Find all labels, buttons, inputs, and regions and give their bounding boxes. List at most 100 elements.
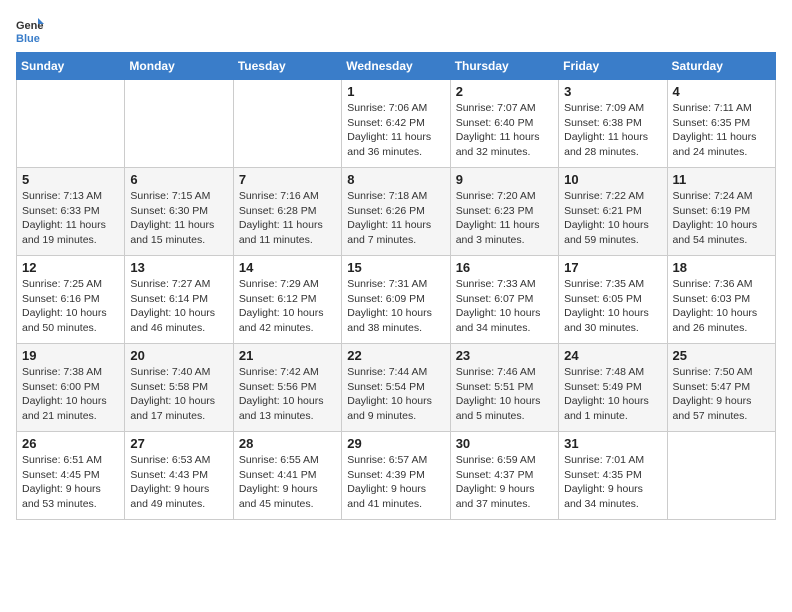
calendar-cell: 4 Sunrise: 7:11 AM Sunset: 6:35 PM Daylig… — [667, 80, 775, 168]
day-number: 29 — [347, 436, 444, 451]
calendar-cell: 13 Sunrise: 7:27 AM Sunset: 6:14 PM Dayli… — [125, 256, 233, 344]
day-number: 21 — [239, 348, 336, 363]
day-number: 1 — [347, 84, 444, 99]
day-info: Sunrise: 7:27 AM Sunset: 6:14 PM Dayligh… — [130, 277, 227, 336]
day-number: 24 — [564, 348, 661, 363]
day-number: 5 — [22, 172, 119, 187]
day-info: Sunrise: 7:46 AM Sunset: 5:51 PM Dayligh… — [456, 365, 553, 424]
day-number: 7 — [239, 172, 336, 187]
weekday-header-thursday: Thursday — [450, 53, 558, 80]
calendar-cell: 29Sunrise: 6:57 AM Sunset: 4:39 PM Dayli… — [342, 432, 450, 520]
day-info: Sunrise: 7:35 AM Sunset: 6:05 PM Dayligh… — [564, 277, 661, 336]
day-info: Sunrise: 7:09 AM Sunset: 6:38 PM Dayligh… — [564, 101, 661, 160]
calendar-cell: 12 Sunrise: 7:25 AM Sunset: 6:16 PM Dayli… — [17, 256, 125, 344]
calendar-cell: 5 Sunrise: 7:13 AM Sunset: 6:33 PM Daylig… — [17, 168, 125, 256]
calendar-cell: 3 Sunrise: 7:09 AM Sunset: 6:38 PM Daylig… — [559, 80, 667, 168]
calendar-cell: 31Sunrise: 7:01 AM Sunset: 4:35 PM Dayli… — [559, 432, 667, 520]
day-number: 8 — [347, 172, 444, 187]
day-info: Sunrise: 7:20 AM Sunset: 6:23 PM Dayligh… — [456, 189, 553, 248]
day-number: 12 — [22, 260, 119, 275]
day-info: Sunrise: 7:24 AM Sunset: 6:19 PM Dayligh… — [673, 189, 770, 248]
day-info: Sunrise: 7:16 AM Sunset: 6:28 PM Dayligh… — [239, 189, 336, 248]
day-number: 16 — [456, 260, 553, 275]
calendar-cell: 6 Sunrise: 7:15 AM Sunset: 6:30 PM Daylig… — [125, 168, 233, 256]
calendar-cell: 1Sunrise: 7:06 AM Sunset: 6:42 PM Daylig… — [342, 80, 450, 168]
calendar-cell — [233, 80, 341, 168]
weekday-header-sunday: Sunday — [17, 53, 125, 80]
calendar-cell: 17 Sunrise: 7:35 AM Sunset: 6:05 PM Dayli… — [559, 256, 667, 344]
calendar-week-row: 5 Sunrise: 7:13 AM Sunset: 6:33 PM Daylig… — [17, 168, 776, 256]
weekday-header-wednesday: Wednesday — [342, 53, 450, 80]
day-number: 11 — [673, 172, 770, 187]
day-info: Sunrise: 7:40 AM Sunset: 5:58 PM Dayligh… — [130, 365, 227, 424]
weekday-header-monday: Monday — [125, 53, 233, 80]
day-info: Sunrise: 7:22 AM Sunset: 6:21 PM Dayligh… — [564, 189, 661, 248]
day-number: 10 — [564, 172, 661, 187]
calendar-cell: 18 Sunrise: 7:36 AM Sunset: 6:03 PM Dayli… — [667, 256, 775, 344]
day-info: Sunrise: 7:11 AM Sunset: 6:35 PM Dayligh… — [673, 101, 770, 160]
day-info: Sunrise: 7:31 AM Sunset: 6:09 PM Dayligh… — [347, 277, 444, 336]
weekday-header-row: SundayMondayTuesdayWednesdayThursdayFrid… — [17, 53, 776, 80]
day-info: Sunrise: 6:59 AM Sunset: 4:37 PM Dayligh… — [456, 453, 553, 512]
calendar-week-row: 19 Sunrise: 7:38 AM Sunset: 6:00 PM Dayli… — [17, 344, 776, 432]
calendar-cell — [17, 80, 125, 168]
day-info: Sunrise: 7:25 AM Sunset: 6:16 PM Dayligh… — [22, 277, 119, 336]
day-info: Sunrise: 6:53 AM Sunset: 4:43 PM Dayligh… — [130, 453, 227, 512]
day-number: 4 — [673, 84, 770, 99]
calendar-week-row: 26Sunrise: 6:51 AM Sunset: 4:45 PM Dayli… — [17, 432, 776, 520]
day-number: 3 — [564, 84, 661, 99]
calendar-header: SundayMondayTuesdayWednesdayThursdayFrid… — [17, 53, 776, 80]
day-number: 6 — [130, 172, 227, 187]
day-number: 25 — [673, 348, 770, 363]
calendar-cell: 2Sunrise: 7:07 AM Sunset: 6:40 PM Daylig… — [450, 80, 558, 168]
calendar-cell: 7 Sunrise: 7:16 AM Sunset: 6:28 PM Daylig… — [233, 168, 341, 256]
calendar-cell: 28 Sunrise: 6:55 AM Sunset: 4:41 PM Dayli… — [233, 432, 341, 520]
day-info: Sunrise: 6:55 AM Sunset: 4:41 PM Dayligh… — [239, 453, 336, 512]
day-number: 19 — [22, 348, 119, 363]
day-info: Sunrise: 7:29 AM Sunset: 6:12 PM Dayligh… — [239, 277, 336, 336]
day-info: Sunrise: 7:13 AM Sunset: 6:33 PM Dayligh… — [22, 189, 119, 248]
day-info: Sunrise: 7:18 AM Sunset: 6:26 PM Dayligh… — [347, 189, 444, 248]
logo-icon: General Blue — [16, 16, 44, 44]
calendar-table: SundayMondayTuesdayWednesdayThursdayFrid… — [16, 52, 776, 520]
day-info: Sunrise: 7:44 AM Sunset: 5:54 PM Dayligh… — [347, 365, 444, 424]
calendar-cell: 21 Sunrise: 7:42 AM Sunset: 5:56 PM Dayli… — [233, 344, 341, 432]
day-number: 15 — [347, 260, 444, 275]
calendar-cell: 16 Sunrise: 7:33 AM Sunset: 6:07 PM Dayli… — [450, 256, 558, 344]
calendar-cell: 9Sunrise: 7:20 AM Sunset: 6:23 PM Daylig… — [450, 168, 558, 256]
day-info: Sunrise: 7:07 AM Sunset: 6:40 PM Dayligh… — [456, 101, 553, 160]
day-number: 28 — [239, 436, 336, 451]
calendar-cell — [125, 80, 233, 168]
calendar-week-row: 12 Sunrise: 7:25 AM Sunset: 6:16 PM Dayli… — [17, 256, 776, 344]
calendar-cell: 24 Sunrise: 7:48 AM Sunset: 5:49 PM Dayli… — [559, 344, 667, 432]
calendar-cell: 25 Sunrise: 7:50 AM Sunset: 5:47 PM Dayli… — [667, 344, 775, 432]
calendar-cell: 26Sunrise: 6:51 AM Sunset: 4:45 PM Dayli… — [17, 432, 125, 520]
calendar-body: 1Sunrise: 7:06 AM Sunset: 6:42 PM Daylig… — [17, 80, 776, 520]
day-number: 14 — [239, 260, 336, 275]
weekday-header-friday: Friday — [559, 53, 667, 80]
day-info: Sunrise: 7:33 AM Sunset: 6:07 PM Dayligh… — [456, 277, 553, 336]
calendar-week-row: 1Sunrise: 7:06 AM Sunset: 6:42 PM Daylig… — [17, 80, 776, 168]
day-info: Sunrise: 7:36 AM Sunset: 6:03 PM Dayligh… — [673, 277, 770, 336]
day-number: 20 — [130, 348, 227, 363]
day-info: Sunrise: 7:15 AM Sunset: 6:30 PM Dayligh… — [130, 189, 227, 248]
svg-text:Blue: Blue — [16, 33, 40, 44]
calendar-cell: 23 Sunrise: 7:46 AM Sunset: 5:51 PM Dayli… — [450, 344, 558, 432]
day-info: Sunrise: 7:38 AM Sunset: 6:00 PM Dayligh… — [22, 365, 119, 424]
day-number: 17 — [564, 260, 661, 275]
calendar-cell: 20 Sunrise: 7:40 AM Sunset: 5:58 PM Dayli… — [125, 344, 233, 432]
day-info: Sunrise: 7:50 AM Sunset: 5:47 PM Dayligh… — [673, 365, 770, 424]
calendar-cell: 15 Sunrise: 7:31 AM Sunset: 6:09 PM Dayli… — [342, 256, 450, 344]
day-number: 13 — [130, 260, 227, 275]
day-number: 23 — [456, 348, 553, 363]
day-number: 31 — [564, 436, 661, 451]
day-info: Sunrise: 7:42 AM Sunset: 5:56 PM Dayligh… — [239, 365, 336, 424]
day-number: 18 — [673, 260, 770, 275]
calendar-cell — [667, 432, 775, 520]
day-info: Sunrise: 7:48 AM Sunset: 5:49 PM Dayligh… — [564, 365, 661, 424]
calendar-cell: 8 Sunrise: 7:18 AM Sunset: 6:26 PM Daylig… — [342, 168, 450, 256]
day-number: 22 — [347, 348, 444, 363]
day-number: 26 — [22, 436, 119, 451]
day-number: 30 — [456, 436, 553, 451]
calendar-cell: 11 Sunrise: 7:24 AM Sunset: 6:19 PM Dayli… — [667, 168, 775, 256]
